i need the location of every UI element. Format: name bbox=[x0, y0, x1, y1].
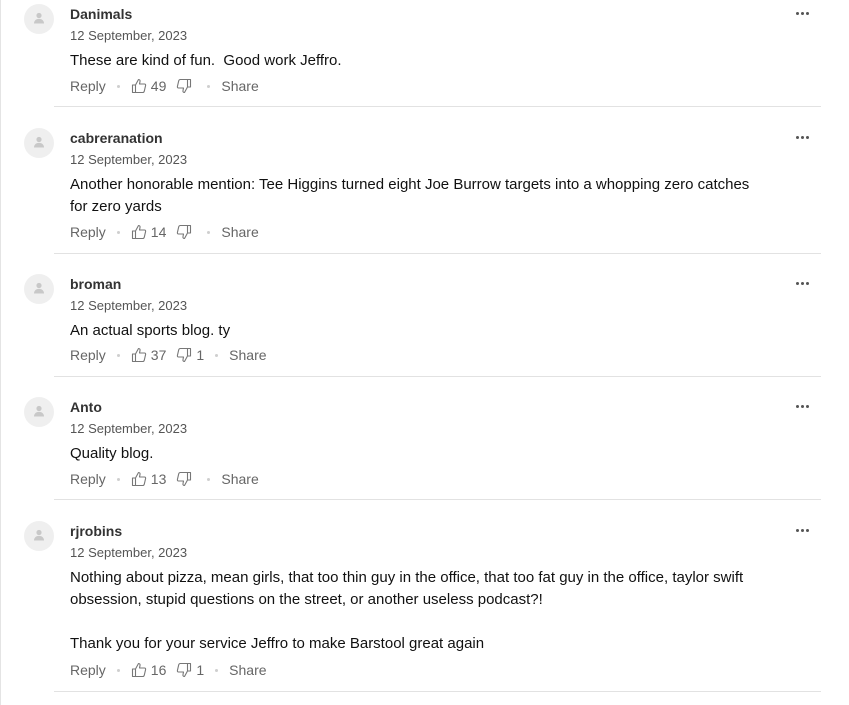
comment-actions: Reply 37 1 Share bbox=[70, 345, 267, 365]
user-avatar-icon[interactable] bbox=[24, 397, 54, 427]
comment-actions: Reply 14 Share bbox=[70, 222, 259, 242]
divider bbox=[54, 376, 821, 377]
user-avatar-icon[interactable] bbox=[24, 4, 54, 34]
thumbs-up-icon bbox=[131, 78, 146, 94]
separator-dot bbox=[116, 353, 120, 357]
separator-dot bbox=[215, 668, 219, 672]
like-button[interactable]: 37 bbox=[131, 347, 167, 363]
thumbs-down-icon bbox=[177, 471, 192, 487]
divider bbox=[54, 106, 821, 107]
comment-username[interactable]: broman bbox=[70, 276, 121, 292]
reply-button[interactable]: Reply bbox=[70, 224, 106, 240]
more-options-icon[interactable] bbox=[793, 523, 813, 537]
comment-date: 12 September, 2023 bbox=[70, 152, 188, 167]
like-button[interactable]: 14 bbox=[131, 224, 167, 240]
user-avatar-icon[interactable] bbox=[24, 274, 54, 304]
thumbs-down-icon bbox=[177, 662, 192, 678]
like-count: 49 bbox=[150, 78, 167, 94]
comment-text: An actual sports blog. ty bbox=[70, 322, 231, 339]
like-count: 13 bbox=[150, 471, 167, 487]
divider bbox=[54, 253, 821, 254]
thumbs-up-icon bbox=[131, 471, 146, 487]
reply-button[interactable]: Reply bbox=[70, 471, 106, 487]
separator-dot bbox=[207, 477, 211, 481]
comment-text: Another honorable mention: Tee Higgins t… bbox=[70, 176, 754, 215]
share-button[interactable]: Share bbox=[229, 347, 266, 363]
comment-text: These are kind of fun. Good work Jeffro. bbox=[70, 52, 342, 69]
dislike-button[interactable]: 1 bbox=[176, 662, 204, 678]
thumbs-up-icon bbox=[131, 347, 146, 363]
user-avatar-icon[interactable] bbox=[24, 521, 54, 551]
dislike-button[interactable] bbox=[176, 224, 196, 240]
dislike-count: 1 bbox=[196, 347, 205, 363]
more-options-icon[interactable] bbox=[793, 130, 813, 144]
thumbs-up-icon bbox=[131, 224, 146, 240]
dislike-button[interactable] bbox=[176, 471, 196, 487]
comment-username[interactable]: cabreranation bbox=[70, 130, 163, 146]
separator-dot bbox=[207, 230, 211, 234]
reply-button[interactable]: Reply bbox=[70, 78, 106, 94]
thumbs-up-icon bbox=[131, 662, 146, 678]
divider bbox=[54, 691, 821, 692]
separator-dot bbox=[116, 84, 120, 88]
share-button[interactable]: Share bbox=[221, 78, 258, 94]
reply-button[interactable]: Reply bbox=[70, 347, 106, 363]
comment-date: 12 September, 2023 bbox=[70, 421, 188, 436]
comment-username[interactable]: rjrobins bbox=[70, 523, 122, 539]
separator-dot bbox=[116, 668, 120, 672]
reply-button[interactable]: Reply bbox=[70, 662, 106, 678]
comments-list: Danimals 12 September, 2023 These are ki… bbox=[0, 0, 849, 705]
comment-text: Nothing about pizza, mean girls, that to… bbox=[70, 569, 744, 652]
comment-actions: Reply 13 Share bbox=[70, 469, 259, 489]
comment-username[interactable]: Anto bbox=[70, 399, 102, 415]
like-count: 14 bbox=[150, 224, 167, 240]
comment-date: 12 September, 2023 bbox=[70, 298, 188, 313]
more-options-icon[interactable] bbox=[793, 276, 813, 290]
user-avatar-icon[interactable] bbox=[24, 128, 54, 158]
like-button[interactable]: 16 bbox=[131, 662, 167, 678]
thumbs-down-icon bbox=[177, 224, 192, 240]
like-count: 16 bbox=[150, 662, 167, 678]
like-count: 37 bbox=[150, 347, 167, 363]
share-button[interactable]: Share bbox=[221, 471, 258, 487]
like-button[interactable]: 49 bbox=[131, 78, 167, 94]
more-options-icon[interactable] bbox=[793, 6, 813, 20]
share-button[interactable]: Share bbox=[229, 662, 266, 678]
comment-username[interactable]: Danimals bbox=[70, 6, 132, 22]
more-options-icon[interactable] bbox=[793, 399, 813, 413]
comment-actions: Reply 49 Share bbox=[70, 76, 259, 96]
dislike-button[interactable]: 1 bbox=[176, 347, 204, 363]
separator-dot bbox=[116, 230, 120, 234]
dislike-button[interactable] bbox=[176, 78, 196, 94]
comment-date: 12 September, 2023 bbox=[70, 28, 188, 43]
thumbs-down-icon bbox=[177, 347, 192, 363]
comment-text: Quality blog. bbox=[70, 445, 154, 462]
separator-dot bbox=[215, 353, 219, 357]
divider bbox=[54, 499, 821, 500]
separator-dot bbox=[116, 477, 120, 481]
like-button[interactable]: 13 bbox=[131, 471, 167, 487]
thumbs-down-icon bbox=[177, 78, 192, 94]
dislike-count: 1 bbox=[196, 662, 205, 678]
comment-actions: Reply 16 1 Share bbox=[70, 660, 267, 680]
separator-dot bbox=[207, 84, 211, 88]
share-button[interactable]: Share bbox=[221, 224, 258, 240]
comment-date: 12 September, 2023 bbox=[70, 545, 188, 560]
